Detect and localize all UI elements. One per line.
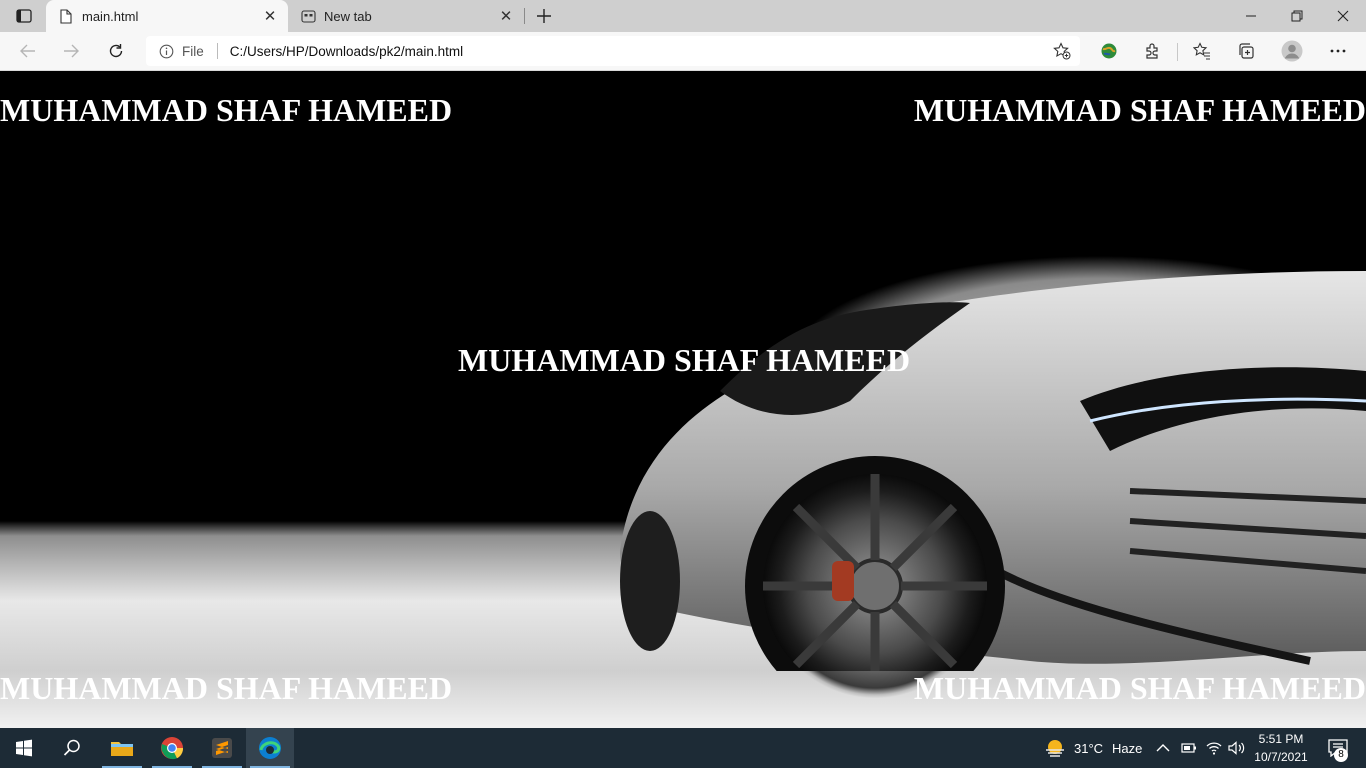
clock-time: 5:51 PM [1258,732,1304,746]
chevron-up-icon [1156,744,1170,752]
page-heading-center: MUHAMMAD SHAF HAMEED [458,342,911,378]
refresh-button[interactable] [103,39,129,63]
file-explorer-icon [111,742,133,756]
weather-haze-icon [1046,740,1064,757]
tab-actions-menu-button[interactable] [10,6,38,26]
collections-button[interactable] [1233,39,1259,63]
arrow-right-icon [64,44,79,58]
profile-button[interactable] [1279,39,1305,63]
url-text[interactable]: C:/Users/HP/Downloads/pk2/main.html [230,44,1052,59]
edge-icon [259,737,281,759]
page-file-icon [58,8,74,24]
volume-button[interactable] [1228,728,1246,768]
arrow-left-icon [20,44,35,58]
windows-taskbar: 31°C Haze 5:51 PM 10/7/2021 8 [0,728,1366,768]
chrome-icon [161,737,184,760]
sublime-text-button[interactable] [198,728,246,768]
extension-globe-icon [1101,43,1117,59]
back-button[interactable] [15,39,41,63]
tab-separator [524,8,525,24]
scheme-label: File [182,43,204,59]
page-heading-top-left: MUHAMMAD SHAF HAMEED [0,92,453,128]
favorites-button[interactable] [1189,39,1215,63]
forward-button[interactable] [58,39,84,63]
restore-button[interactable] [1274,0,1320,32]
search-icon [63,739,80,756]
extensions-button[interactable] [1140,39,1166,63]
avatar-icon [1281,40,1303,62]
site-info-icon[interactable] [158,43,174,59]
extension-globe-button[interactable] [1096,39,1122,63]
page-content: MUHAMMAD SHAF HAMEED MUHAMMAD SHAF HAMEE… [0,71,1366,728]
battery-button[interactable] [1181,728,1197,768]
address-divider [216,43,218,59]
new-tab-button[interactable] [533,5,555,27]
weather-description: Haze [1112,740,1143,756]
battery-icon [1181,743,1196,753]
minimize-icon [1246,15,1256,17]
close-window-button[interactable] [1320,0,1366,32]
toolbar-separator [1177,43,1178,61]
close-icon [1337,10,1349,22]
restore-icon [1291,10,1303,22]
sports-car-image [620,271,1366,671]
minimize-button[interactable] [1228,0,1274,32]
edge-button[interactable] [246,728,294,768]
speaker-icon [1228,741,1245,755]
windows-start-icon [16,739,32,757]
network-button[interactable] [1206,728,1222,768]
browser-tab-strip: main.html ✕ New tab ✕ [0,0,1366,32]
more-horizontal-icon [1330,49,1346,53]
puzzle-icon [1146,43,1158,59]
collections-icon [1239,43,1254,59]
page-heading-bottom-left: MUHAMMAD SHAF HAMEED [0,670,453,706]
new-tab-page-icon [300,8,316,24]
notification-count-badge: 8 [1334,748,1348,762]
clock-date: 10/7/2021 [1254,750,1308,764]
start-button[interactable] [0,728,48,768]
weather-widget[interactable] [1044,728,1066,768]
tab-title: main.html [82,8,139,24]
show-hidden-icons-button[interactable] [1156,728,1170,768]
page-heading-top-right: MUHAMMAD SHAF HAMEED [913,92,1366,128]
search-button[interactable] [48,728,96,768]
system-clock[interactable]: 5:51 PM 10/7/2021 [1252,730,1310,766]
tab-new-tab[interactable]: New tab ✕ [288,0,524,32]
tab-actions-icon [16,9,32,23]
tab-close-icon[interactable]: ✕ [498,8,514,25]
tab-main-html[interactable]: main.html ✕ [46,0,288,32]
favorites-star-icon [1193,42,1210,60]
refresh-icon [109,44,123,58]
weather-temperature: 31°C [1074,740,1104,756]
tab-close-icon[interactable]: ✕ [262,8,278,25]
wifi-icon [1206,742,1222,755]
plus-icon [537,9,551,23]
chrome-button[interactable] [148,728,196,768]
page-heading-bottom-right: MUHAMMAD SHAF HAMEED [913,670,1366,706]
file-explorer-button[interactable] [98,728,146,768]
add-favorite-icon[interactable] [1052,41,1072,61]
address-bar[interactable]: File C:/Users/HP/Downloads/pk2/main.html [146,36,1080,66]
sublime-text-icon [212,738,232,758]
tab-title: New tab [324,8,372,24]
browser-toolbar: File C:/Users/HP/Downloads/pk2/main.html [0,32,1366,71]
settings-more-button[interactable] [1325,39,1351,63]
